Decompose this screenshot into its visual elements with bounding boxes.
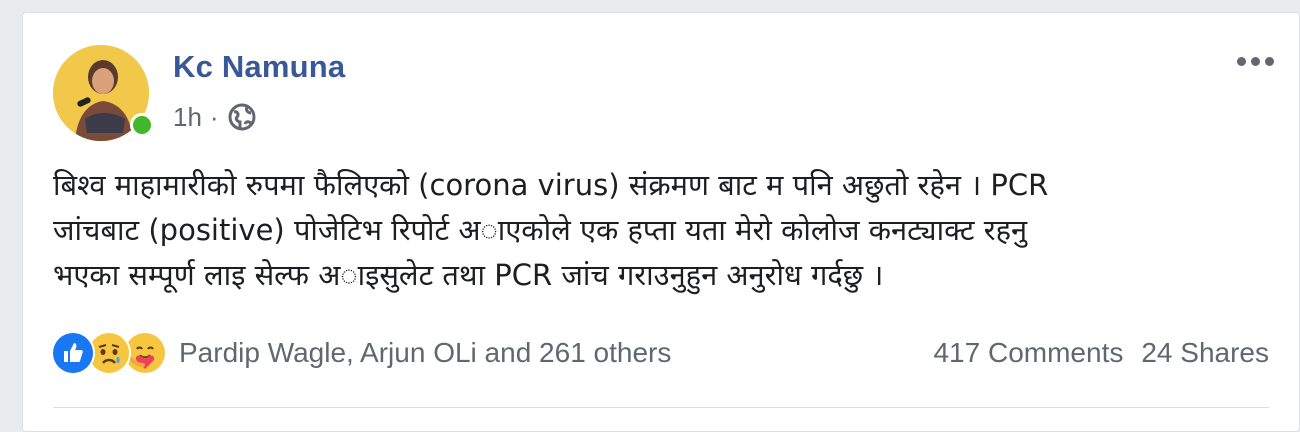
like-icon [51, 331, 95, 375]
online-status-dot [130, 113, 154, 137]
author-name[interactable]: Kc Namuna [173, 49, 345, 85]
reaction-names[interactable]: Pardip Wagle, Arjun OLi and 261 others [179, 337, 671, 369]
post-text-line: बिश्व माहामारीको रुपमा फैलिएको (corona v… [53, 168, 1049, 202]
post-text-line: भएका सम्पूर्ण लाइ सेल्फ अाइसुलेट तथा PCR… [53, 258, 884, 292]
post-text-line: जांचबाट (positive) पोजेटिभ रिपोर्ट अाएको… [53, 213, 1028, 247]
shares-count[interactable]: 24 Shares [1141, 337, 1269, 369]
comments-count[interactable]: 417 Comments [933, 337, 1123, 369]
divider [53, 407, 1269, 408]
post-time[interactable]: 1h [173, 102, 202, 133]
globe-icon[interactable] [227, 102, 257, 132]
engagement-counts: 417 Comments 24 Shares [933, 331, 1269, 375]
post-text: बिश्व माहामारीको रुपमा फैलिएको (corona v… [53, 163, 1273, 298]
meta-separator: · [209, 101, 219, 132]
post-card: Kc Namuna 1h · बिश्व माहामारीको रुपमा फै… [22, 12, 1300, 432]
post-meta: 1h · [173, 101, 257, 133]
more-options-icon[interactable] [1229, 47, 1281, 75]
reactions-bar[interactable]: Pardip Wagle, Arjun OLi and 261 others [51, 331, 671, 375]
